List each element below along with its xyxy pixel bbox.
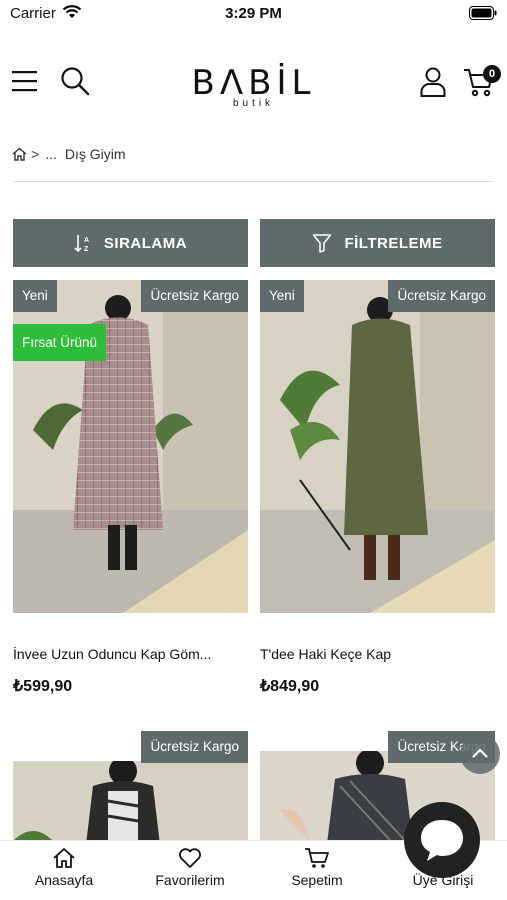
divider [13,181,494,182]
status-bar: Carrier 3:29 PM [0,0,507,30]
new-badge: Yeni [260,280,304,312]
new-badge: Yeni [13,280,57,312]
free-shipping-badge: Ücretsiz Kargo [141,731,248,763]
nav-cart-label: Sepetim [291,872,343,888]
svg-text:A: A [84,237,90,244]
home-icon [53,848,75,868]
nav-cart[interactable]: Sepetim [262,847,372,888]
filter-button[interactable]: FİLTRELEME [260,219,495,267]
sort-button[interactable]: A Z SIRALAMA [13,219,248,267]
app-header: BΛBİL butik 0 [0,55,507,115]
filter-icon [313,234,332,253]
nav-home[interactable]: Anasayfa [9,847,119,888]
free-shipping-badge: Ücretsiz Kargo [388,280,495,312]
free-shipping-badge: Ücretsiz Kargo [141,280,248,312]
svg-text:Z: Z [84,246,89,253]
product-name[interactable]: İnvee Uzun Oduncu Kap Göm... [13,646,248,662]
battery-icon [469,6,497,20]
product-card[interactable]: Ücretsiz Kargo [13,731,248,870]
product-card[interactable]: Yeni Ücretsiz Kargo Fırsat Ürünü İnvee U… [13,280,248,710]
breadcrumb-separator: > [31,146,40,162]
user-icon[interactable] [420,67,446,97]
sort-label: SIRALAMA [103,234,188,252]
chevron-up-icon [472,748,488,758]
sort-icon: A Z [74,235,90,253]
chat-icon [421,820,463,861]
nav-home-label: Anasayfa [34,872,94,888]
cart-icon [305,848,329,868]
nav-favorites[interactable]: Favorilerim [135,847,245,888]
product-price: ₺599,90 [13,678,73,695]
product-name[interactable]: T'dee Haki Keçe Kap [260,646,495,662]
home-icon[interactable] [12,147,27,161]
logo-subtext: butik [232,98,275,109]
status-time: 3:29 PM [225,5,282,22]
filter-label: FİLTRELEME [344,234,443,252]
product-card[interactable]: Yeni Ücretsiz Kargo T'dee Haki Keçe Kap … [260,280,495,710]
breadcrumb-current: Dış Giyim [64,146,126,162]
breadcrumb-ellipsis[interactable]: ... [45,146,57,162]
product-price: ₺849,90 [260,678,320,695]
breadcrumb: > ... Dış Giyim [12,146,126,162]
product-image[interactable] [260,280,495,613]
deal-badge: Fırsat Ürünü [13,324,107,361]
cart-count-badge: 0 [483,65,501,83]
scroll-top-button[interactable] [460,734,500,774]
heart-icon [179,848,201,868]
chat-button[interactable] [404,802,480,878]
nav-favorites-label: Favorilerim [155,872,225,888]
